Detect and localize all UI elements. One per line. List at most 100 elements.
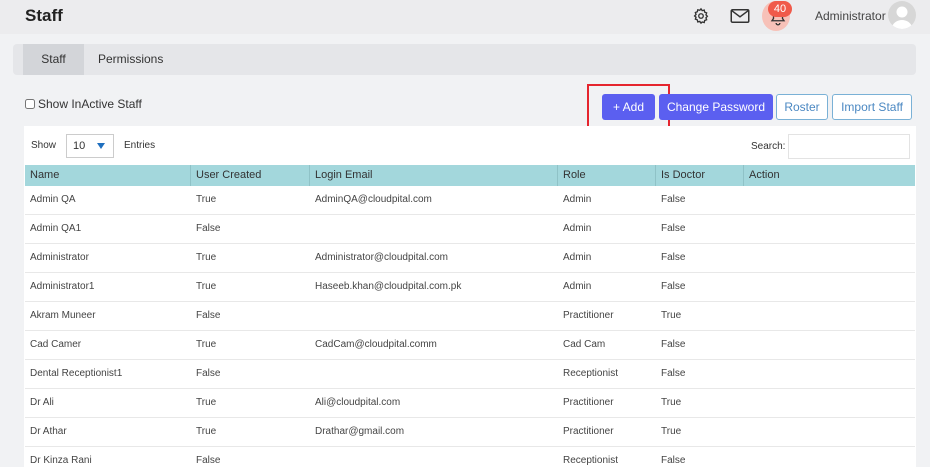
cell-action[interactable] (744, 447, 749, 467)
tab-staff[interactable]: Staff (23, 44, 84, 75)
cell-user-created: True (196, 194, 217, 205)
cell-is-doctor: False (661, 194, 686, 205)
table-header: Name User Created Login Email Role Is Do… (25, 165, 915, 186)
change-password-button[interactable]: Change Password (659, 94, 773, 120)
cell-name: Dr Athar (30, 426, 67, 437)
search-label: Search: (751, 141, 786, 152)
cell-is-doctor: False (661, 339, 686, 350)
cell-is-doctor: False (661, 455, 686, 466)
cell-login-email: Administrator@cloudpital.com (315, 252, 448, 263)
cell-login-email: AdminQA@cloudpital.com (315, 194, 432, 205)
cell-name: Admin QA (30, 194, 76, 205)
table-row[interactable]: Cad Camer True CadCam@cloudpital.comm Ca… (25, 331, 915, 360)
table-row[interactable]: Dr Athar True Drathar@gmail.com Practiti… (25, 418, 915, 447)
cell-login-email: Ali@cloudpital.com (315, 397, 401, 408)
cell-action[interactable] (744, 389, 749, 418)
show-label: Show (31, 140, 57, 151)
show-inactive-toggle[interactable]: Show InActive Staff (25, 97, 142, 111)
table-row[interactable]: Admin QA True AdminQA@cloudpital.com Adm… (25, 186, 915, 215)
cell-user-created: False (196, 310, 221, 321)
entries-select-value: 10 (73, 140, 86, 152)
table-row[interactable]: Akram Muneer False Practitioner True (25, 302, 915, 331)
dropdown-caret-icon (97, 143, 105, 149)
cell-role: Admin (563, 252, 592, 263)
cell-login-email: Haseeb.khan@cloudpital.com.pk (315, 281, 462, 292)
column-header-is-doctor[interactable]: Is Doctor (656, 165, 744, 186)
cell-role: Practitioner (563, 426, 614, 437)
avatar-icon[interactable] (888, 1, 916, 29)
column-header-action: Action (749, 169, 780, 181)
cell-name: Administrator (30, 252, 89, 263)
show-inactive-checkbox[interactable] (25, 99, 35, 109)
cell-name: Dr Ali (30, 397, 54, 408)
cell-role: Receptionist (563, 368, 619, 379)
cell-role: Admin (563, 223, 592, 234)
cell-user-created: False (196, 368, 221, 379)
show-inactive-label: Show InActive Staff (38, 97, 142, 111)
page-scrollbar[interactable] (930, 0, 940, 467)
cell-role: Receptionist (563, 455, 619, 466)
roster-button[interactable]: Roster (776, 94, 828, 120)
cell-is-doctor: False (661, 281, 686, 292)
column-header-name[interactable]: Name (25, 165, 191, 186)
column-header-user-created[interactable]: User Created (191, 165, 310, 186)
cell-login-email (310, 302, 315, 331)
cell-role: Admin (563, 194, 592, 205)
tab-bar: Staff Permissions (13, 44, 916, 75)
cell-user-created: True (196, 281, 217, 292)
cell-role: Cad Cam (563, 339, 606, 350)
column-header-login-email[interactable]: Login Email (310, 165, 558, 186)
table-row[interactable]: Dr Kinza Rani False Receptionist False (25, 447, 915, 467)
cell-role: Practitioner (563, 310, 614, 321)
cell-action[interactable] (744, 331, 749, 360)
table-row[interactable]: Administrator1 True Haseeb.khan@cloudpit… (25, 273, 915, 302)
cell-user-created: True (196, 397, 217, 408)
cell-action[interactable] (744, 273, 749, 302)
cell-user-created: False (196, 223, 221, 234)
entries-label: Entries (124, 140, 156, 151)
cell-name: Dr Kinza Rani (30, 455, 92, 466)
cell-action[interactable] (744, 215, 749, 244)
cell-name: Cad Camer (30, 339, 82, 350)
cell-is-doctor: False (661, 368, 686, 379)
cell-name: Administrator1 (30, 281, 95, 292)
cell-name: Admin QA1 (30, 223, 82, 234)
tab-permissions[interactable]: Permissions (98, 44, 163, 75)
top-header: Staff 40 Administrator (0, 0, 930, 34)
mail-icon[interactable] (729, 5, 751, 27)
cell-action[interactable] (744, 302, 749, 331)
cell-user-created: True (196, 426, 217, 437)
cell-action[interactable] (744, 360, 749, 389)
cell-is-doctor: True (661, 426, 682, 437)
cell-login-email (310, 447, 315, 467)
cell-is-doctor: True (661, 397, 682, 408)
cell-action[interactable] (744, 244, 749, 273)
cell-name: Dental Receptionist1 (30, 368, 123, 379)
cell-user-created: True (196, 252, 217, 263)
cell-name: Akram Muneer (30, 310, 96, 321)
table-row[interactable]: Admin QA1 False Admin False (25, 215, 915, 244)
add-staff-button[interactable]: + Add (602, 94, 655, 120)
cell-is-doctor: True (661, 310, 682, 321)
cell-role: Practitioner (563, 397, 614, 408)
cell-is-doctor: False (661, 252, 686, 263)
cell-is-doctor: False (661, 223, 686, 234)
user-name[interactable]: Administrator (815, 9, 886, 23)
entries-select[interactable]: 10 (66, 134, 114, 158)
cell-login-email: Drathar@gmail.com (315, 426, 405, 437)
page-title: Staff (25, 6, 63, 25)
cell-user-created: True (196, 339, 217, 350)
cell-login-email: CadCam@cloudpital.comm (315, 339, 437, 350)
table-row[interactable]: Dr Ali True Ali@cloudpital.com Practitio… (25, 389, 915, 418)
notification-badge: 40 (768, 1, 792, 17)
cell-action[interactable] (744, 418, 749, 447)
table-row[interactable]: Dental Receptionist1 False Receptionist … (25, 360, 915, 389)
column-header-role[interactable]: Role (558, 165, 656, 186)
cell-role: Admin (563, 281, 592, 292)
cell-user-created: False (196, 455, 221, 466)
gear-icon[interactable] (690, 5, 712, 27)
table-row[interactable]: Administrator True Administrator@cloudpi… (25, 244, 915, 273)
cell-action[interactable] (744, 186, 749, 215)
import-staff-button[interactable]: Import Staff (832, 94, 912, 120)
search-input[interactable] (788, 134, 910, 159)
